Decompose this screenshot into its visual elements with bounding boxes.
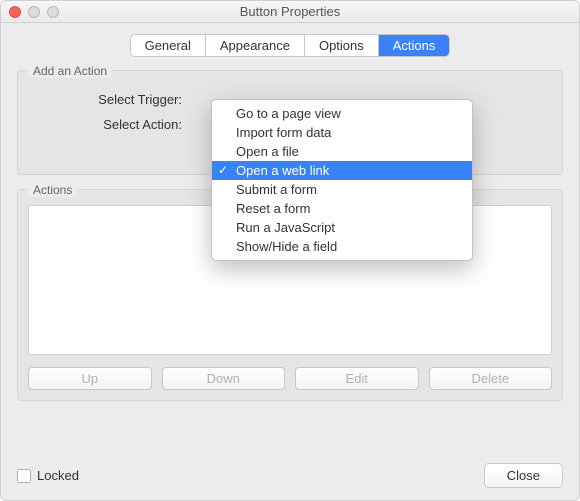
action-dropdown-popup[interactable]: Go to a page view Import form data Open a … [211, 99, 473, 261]
dropdown-option-label: Submit a form [236, 182, 317, 197]
action-label: Select Action: [32, 117, 192, 132]
traffic-lights [1, 6, 59, 18]
tab-options[interactable]: Options [305, 35, 379, 56]
checkbox-box-icon[interactable] [17, 469, 31, 483]
dropdown-option-label: Open a web link [236, 163, 329, 178]
trigger-label: Select Trigger: [32, 92, 192, 107]
dropdown-option-label: Reset a form [236, 201, 310, 216]
dropdown-option-label: Go to a page view [236, 106, 341, 121]
dropdown-option[interactable]: ✓ Open a web link [212, 161, 472, 180]
zoom-window-icon [47, 6, 59, 18]
window: Button Properties GeneralAppearanceOptio… [0, 0, 580, 501]
down-button[interactable]: Down [162, 367, 286, 390]
close-window-icon[interactable] [9, 6, 21, 18]
dropdown-option[interactable]: Open a file [212, 142, 472, 161]
dropdown-option[interactable]: Reset a form [212, 199, 472, 218]
tab-actions[interactable]: Actions [379, 35, 450, 56]
locked-checkbox[interactable]: Locked [17, 468, 79, 483]
delete-button[interactable]: Delete [429, 367, 553, 390]
tab-bar: GeneralAppearanceOptionsActions [17, 35, 563, 56]
dropdown-option[interactable]: Submit a form [212, 180, 472, 199]
locked-label: Locked [37, 468, 79, 483]
titlebar: Button Properties [1, 1, 579, 23]
window-title: Button Properties [1, 4, 579, 19]
dropdown-option-label: Import form data [236, 125, 331, 140]
dropdown-option[interactable]: Import form data [212, 123, 472, 142]
checkmark-icon: ✓ [218, 163, 228, 177]
window-body: GeneralAppearanceOptionsActions Add an A… [1, 23, 579, 500]
dropdown-option[interactable]: Run a JavaScript [212, 218, 472, 237]
actions-group-label: Actions [28, 183, 77, 197]
tab-general[interactable]: General [131, 35, 206, 56]
dropdown-option-label: Run a JavaScript [236, 220, 335, 235]
footer: Locked Close [17, 463, 563, 488]
minimize-window-icon [28, 6, 40, 18]
dropdown-option[interactable]: Show/Hide a field [212, 237, 472, 256]
tab-appearance[interactable]: Appearance [206, 35, 305, 56]
add-action-label: Add an Action [28, 64, 112, 78]
edit-button[interactable]: Edit [295, 367, 419, 390]
dropdown-option[interactable]: Go to a page view [212, 104, 472, 123]
dropdown-option-label: Show/Hide a field [236, 239, 337, 254]
actions-button-row: Up Down Edit Delete [18, 367, 562, 400]
close-button[interactable]: Close [484, 463, 563, 488]
dropdown-option-label: Open a file [236, 144, 299, 159]
up-button[interactable]: Up [28, 367, 152, 390]
